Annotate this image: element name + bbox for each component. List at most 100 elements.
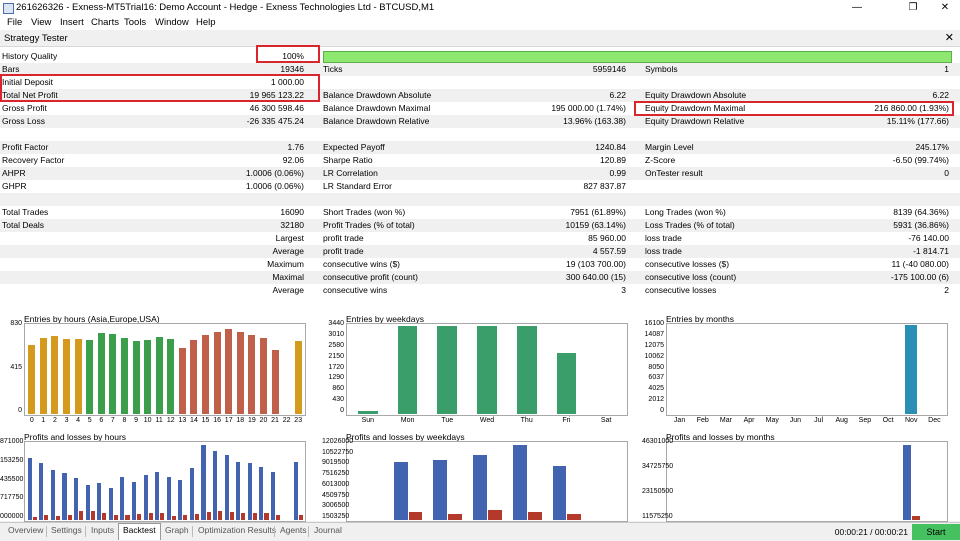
profit-bar [393,461,408,520]
tab-inputs[interactable]: Inputs [91,525,114,535]
menu-file[interactable]: File [7,17,22,28]
profit-bar [62,473,67,520]
loss-bar [55,515,60,520]
loss-bar [44,515,49,520]
report-value: 10159 (63.14%) [565,220,627,230]
report-value: 195 000.00 (1.74%) [551,103,626,113]
tab-graph[interactable]: Graph [165,525,189,535]
report-value: 4 557.59 [592,246,626,256]
x-tick-label: May [765,417,779,424]
y-tick-label: 1503250 [322,513,350,520]
chart-bar [86,340,94,414]
tab-settings[interactable]: Settings [51,525,82,535]
profit-bar [552,465,567,520]
x-tick-label: 10 [143,417,152,424]
report-value: 6.22 [609,90,626,100]
menu-help[interactable]: Help [196,17,216,28]
menu-insert[interactable]: Insert [60,17,84,28]
report-label: consecutive losses [645,285,717,295]
app-icon [3,3,14,14]
x-tick-label: Jul [814,417,824,424]
profit-bar [224,455,229,520]
menu-tools[interactable]: Tools [124,17,146,28]
close-window-button[interactable]: ✕ [930,0,960,16]
report-label: Sharpe Ratio [323,155,373,165]
title-bar: 261626326 - Exness-MT5Trial16: Demo Acco… [0,0,960,16]
loss-bar [299,515,304,520]
window-title: 261626326 - Exness-MT5Trial16: Demo Acco… [16,2,435,13]
menu-window[interactable]: Window [155,17,189,28]
loss-bar [206,511,211,520]
minimize-button[interactable]: — [842,0,872,16]
report-value: 19 (103 700.00) [565,259,626,269]
y-tick-label: 16100 [644,320,664,327]
loss-bar [79,510,84,520]
report-label: LR Standard Error [323,181,392,191]
x-tick-label: 20 [259,417,268,424]
report-value: -26 335 475.24 [246,116,304,126]
menu-charts[interactable]: Charts [91,17,119,28]
chart-bar [556,353,577,414]
report-value: 32180 [280,220,304,230]
y-tick-label: 435500 [0,475,24,483]
profit-bar [143,475,148,520]
tab-journal[interactable]: Journal [314,525,342,535]
y-tick-label: 6013000 [322,480,350,488]
y-tick-label: 000000 [0,513,24,520]
y-tick-label: 7516250 [322,470,350,478]
report-value: 1.0006 (0.06%) [245,181,304,191]
report-value: -175 100.00 (6) [890,272,949,282]
elapsed-time: 00:00:21 / 00:00:21 [834,527,908,537]
y-tick-label: 12075 [644,341,664,349]
chart-bar [248,335,256,414]
y-tick-label: 14087 [644,330,664,338]
report-value: 0.99 [609,168,626,178]
x-tick-label: Fri [562,417,571,424]
report-label: AHPR [2,168,26,178]
report-value: 16090 [280,207,304,217]
x-tick-label: 13 [178,417,187,424]
report-label: Profit Factor [2,142,49,152]
y-tick-label: 2012 [648,396,664,404]
report-label: Margin Level [645,142,694,152]
chart-bar [120,338,128,414]
maximize-button[interactable]: ❐ [898,0,928,16]
x-tick-label: 18 [236,417,245,424]
loss-bar [567,514,582,520]
profit-bar [166,476,171,520]
report-value: 827 837.87 [583,181,626,191]
report-row: AHPR 1.0006 (0.06%) LR Correlation 0.99 OnTe… [0,167,960,180]
report-value: 0 [944,168,949,178]
profit-bar [85,485,90,520]
x-tick-label: Thu [520,417,533,424]
tab-optimization-results[interactable]: Optimization Results [198,525,276,535]
report-label: Balance Drawdown Relative [323,116,430,126]
y-tick-label: 717750 [0,494,24,502]
y-tick-label: 46301000 [642,438,674,445]
menu-view[interactable]: View [31,17,51,28]
x-tick-label: Wed [479,417,495,424]
report-value: 2 [944,285,949,295]
close-panel-icon[interactable]: ✕ [945,31,954,44]
x-tick-label: 7 [110,417,115,424]
tab-agents[interactable]: Agents [280,525,306,535]
y-tick-label: 430 [332,396,344,404]
profit-bar [294,461,299,520]
report-row: Average profit trade 4 557.59 loss trade -1 … [0,245,960,258]
y-tick-label: 9019500 [322,459,350,467]
report-value: 15.11% (177.66) [886,116,949,126]
start-button[interactable]: Start [912,524,960,540]
report-label: LR Correlation [323,168,378,178]
report-value: 1240.84 [595,142,626,152]
y-tick-label: 2580 [328,341,344,349]
tab-overview[interactable]: Overview [8,525,43,535]
y-tick-label: 2150 [328,352,344,360]
loss-bar [194,514,199,520]
chart-bar [236,331,244,414]
report-row: Maximal consecutive profit (count) 300 640… [0,271,960,284]
tab-backtest[interactable]: Backtest [118,523,161,540]
loss-bar [171,515,176,520]
y-tick-label: 1720 [328,363,344,371]
report-label: Total Trades [2,207,49,217]
report-value: 5931 (36.86%) [893,220,949,230]
